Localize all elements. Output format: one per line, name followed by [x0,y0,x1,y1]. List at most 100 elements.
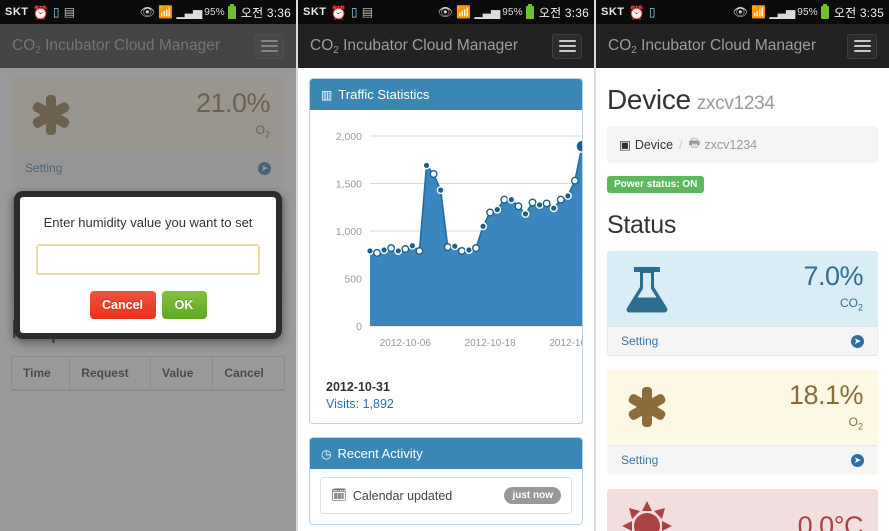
traffic-statistics-body: 0 500 1,000 1,500 2,000 2012-10-06 2012-10-18 2… [310,110,582,423]
activity-item-time-badge: just now [504,487,561,504]
phone-panel-1: SKT ⏰ ▯ ▤ 👁 📶 ▁▃▅ 95% 오전 3:36 CO2 Incuba… [0,0,296,531]
alarm-icon: ⏰ [628,4,645,20]
battery-icon [820,3,829,19]
recent-activity-body: 🗓 Calendar updated just now [310,469,582,524]
alarm-icon: ⏰ [330,4,347,20]
sun-icon [622,501,672,531]
list-item[interactable]: 🗓 Calendar updated just now [320,477,572,514]
dialog-buttons: Cancel OK [36,291,260,319]
battery-percent-label: 95% [204,6,225,18]
status-bar-right-icons-2: 👁 📶 ▁▃▅ 95% 오전 3:36 [437,3,589,21]
breadcrumb-last: 🖶 zxcv1234 [689,134,758,155]
flask-icon [622,263,672,313]
hamburger-icon[interactable] [552,33,582,59]
eye-icon: 👁 [437,5,454,19]
picture-icon: ▤ [361,5,374,19]
recent-activity-header: ◷ Recent Activity [310,438,582,469]
signal-icon: ▁▃▅ [474,5,501,19]
breadcrumb-current[interactable]: ▣ Device [619,137,674,153]
status-card-co2-value: 7.0% [803,261,863,292]
status-card-o2-p3: 18.1% O2 Setting ➤ [607,370,878,475]
device-icon: ▣ [619,138,631,152]
battery-icon [525,3,534,19]
app-title-prefix: CO [310,37,334,54]
status-bar-left-icons: SKT ⏰ ▯ ▤ [5,6,75,19]
traffic-statistics-header: ▥ Traffic Statistics [310,79,582,110]
activity-item-left: 🗓 Calendar updated [331,488,452,503]
setting-link-co2[interactable]: Setting [621,334,658,348]
unit-main: CO [839,296,858,311]
phone-panel-2: SKT ⏰ ▯ ▤ 👁 📶 ▁▃▅ 95% 오전 3:36 CO2 Incuba… [296,0,594,531]
humidity-value-input[interactable] [36,244,260,275]
android-status-bar-1: SKT ⏰ ▯ ▤ 👁 📶 ▁▃▅ 95% 오전 3:36 [0,0,296,24]
breadcrumb: ▣ Device / 🖶 zxcv1234 [607,126,878,163]
page-title: Device zxcv1234 [607,84,878,116]
breadcrumb-last-label: zxcv1234 [704,137,758,152]
cancel-button[interactable]: Cancel [89,291,156,319]
setting-link-o2-p3[interactable]: Setting [621,453,658,467]
recent-activity-widget: ◷ Recent Activity 🗓 Calendar updated jus… [309,437,583,525]
asterisk-icon [622,384,672,430]
status-badge: Power status: ON [607,176,705,193]
status-card-temperature-top: 0.0°C [608,490,877,531]
app-title-subscript: 2 [333,45,339,56]
clock-label-3: 오전 3:35 [833,5,884,20]
status-card-o2-p3-unit: O2 [789,416,863,431]
printer-icon: 🖶 [688,136,701,150]
status-bar-right-icons: 👁 📶 ▁▃▅ 95% 오전 3:36 [140,3,291,21]
svg-text:2,000: 2,000 [336,131,362,143]
battery-percent-label: 95% [797,6,818,18]
status-card-co2: 7.0% CO2 Setting ➤ [607,251,878,356]
dialog-message: Enter humidity value you want to set [43,215,253,230]
status-bar-left-icons-2: SKT ⏰ ▯ ▤ [303,6,373,19]
status-card-temperature-values: 0.0°C [798,512,864,531]
arrow-right-icon[interactable]: ➤ [851,334,864,348]
traffic-statistics-title: Traffic Statistics [338,87,430,102]
status-card-o2-p3-value: 18.1% [788,380,864,411]
status-card-o2-p3-footer[interactable]: Setting ➤ [608,445,877,474]
phone-icon: ▯ [350,5,358,19]
battery-percent-label: 95% [502,6,523,18]
status-card-temperature: 0.0°C Setting ➤ [607,489,878,531]
wifi-icon: 📶 [751,5,767,19]
page-title-main: Device [607,84,691,115]
eye-icon: 👁 [732,5,749,19]
dialog-inner: Enter humidity value you want to set Can… [20,197,276,333]
carrier-label: SKT [601,6,625,18]
status-card-o2-p3-top: 18.1% O2 [608,371,877,445]
page-title-sub: zxcv1234 [696,93,775,114]
bar-chart-icon: ▥ [321,87,333,102]
hamburger-icon[interactable] [847,33,877,59]
breadcrumb-current-label: Device [634,137,674,152]
calendar-icon: 🗓 [331,488,347,502]
chart-footer-visits: Visits: 1,892 [326,397,394,411]
svg-text:500: 500 [344,274,362,286]
wifi-icon: 📶 [456,5,472,19]
picture-icon: ▤ [63,5,76,19]
phone-panel-3: SKT ⏰ ▯ 👁 📶 ▁▃▅ 95% 오전 3:35 CO2 Incubato… [594,0,889,531]
app-title-prefix: CO [608,37,632,54]
recent-activity-title: Recent Activity [337,446,423,461]
svg-text:1,000: 1,000 [336,226,362,238]
app-title-rest: Incubator Cloud Manager [636,37,817,54]
android-status-bar-3: SKT ⏰ ▯ 👁 📶 ▁▃▅ 95% 오전 3:35 [596,0,889,24]
svg-text:2012-10-18: 2012-10-18 [465,338,517,349]
status-card-co2-footer[interactable]: Setting ➤ [608,326,877,355]
arrow-right-icon[interactable]: ➤ [851,453,864,467]
status-bar-left-icons-3: SKT ⏰ ▯ [601,6,656,19]
status-card-co2-unit: CO2 [803,297,863,312]
clock-label-1: 오전 3:36 [240,5,291,20]
app-navbar-3: CO2 Incubator Cloud Manager [596,24,889,68]
status-bar-right-icons-3: 👁 📶 ▁▃▅ 95% 오전 3:35 [732,3,884,21]
app-title-3: CO2 Incubator Cloud Manager [608,37,817,56]
chart-footer-date: 2012-10-31 [326,380,390,394]
unit-main: O [848,415,858,430]
traffic-chart[interactable]: 0 500 1,000 1,500 2,000 2012-10-06 2012-10-18 2… [316,118,582,376]
unit-sub: 2 [857,421,863,432]
humidity-input-dialog: Enter humidity value you want to set Can… [14,191,282,339]
ok-button[interactable]: OK [161,291,207,319]
clock-label-2: 오전 3:36 [538,5,589,20]
app-title-subscript: 2 [631,45,637,56]
chart-footer: 2012-10-31 Visits: 1,892 [316,376,576,413]
panel-3-body: Device zxcv1234 ▣ Device / 🖶 zxcv1234 Pow… [596,68,889,531]
